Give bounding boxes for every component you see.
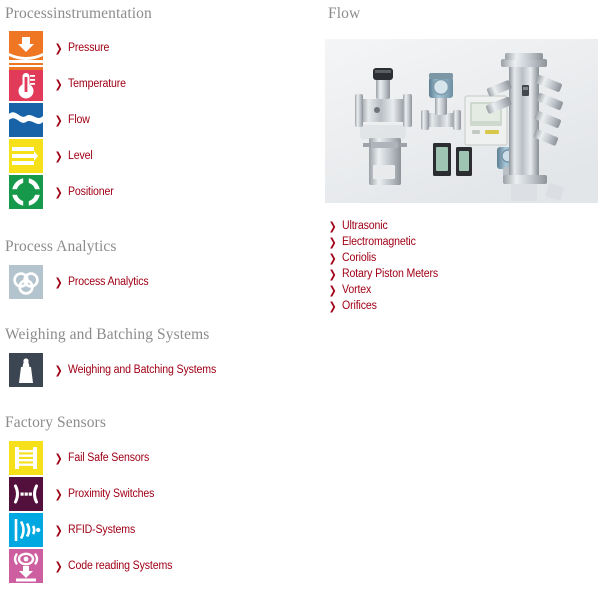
link-process-analytics[interactable]: ❯ Process Analytics (54, 276, 156, 289)
section-factory-sensors: Factory Sensors (5, 414, 106, 432)
link-label: Proximity Switches (68, 487, 155, 500)
link-label: Fail Safe Sensors (68, 451, 150, 464)
left-column: Processinstrumentation ❯ Pressure ❯ Temp… (0, 0, 320, 594)
link-label: Coriolis (342, 251, 377, 264)
link-label: Ultrasonic (342, 219, 388, 232)
chevron-right-icon: ❯ (54, 559, 63, 573)
chevron-right-icon: ❯ (328, 299, 337, 313)
section-flow: Flow (328, 5, 360, 23)
page-title: Flow (328, 5, 361, 22)
chevron-right-icon: ❯ (54, 41, 63, 55)
list-item-flow[interactable]: ❯ Flow (8, 102, 131, 138)
link-label: Weighing and Batching Systems (68, 363, 217, 376)
weight-icon (8, 352, 44, 388)
list-item-rfid-systems[interactable]: ❯ RFID-Systems (8, 512, 182, 548)
list-item-temperature[interactable]: ❯ Temperature (8, 66, 131, 102)
chevron-right-icon: ❯ (54, 363, 63, 377)
link-label: Pressure (68, 41, 110, 54)
flow-products-image (325, 39, 598, 203)
link-label: Electromagnetic (342, 235, 417, 248)
link-electromagnetic[interactable]: ❯ Electromagnetic (328, 234, 447, 250)
section-heading: Processinstrumentation (5, 5, 152, 22)
chevron-right-icon: ❯ (54, 523, 63, 537)
link-flow[interactable]: ❯ Flow (54, 114, 92, 127)
link-pressure[interactable]: ❯ Pressure (54, 42, 113, 55)
section-heading: Weighing and Batching Systems (5, 326, 210, 343)
chevron-right-icon: ❯ (328, 251, 337, 265)
link-positioner[interactable]: ❯ Positioner (54, 186, 118, 199)
fail-safe-sensor-icon (8, 440, 44, 476)
link-label: RFID-Systems (68, 523, 136, 536)
section-heading: Factory Sensors (5, 414, 106, 431)
link-orifices[interactable]: ❯ Orifices (328, 298, 447, 314)
link-label: Flow (68, 113, 91, 126)
link-label: Code reading Systems (68, 559, 173, 572)
list-item-proximity-switches[interactable]: ❯ Proximity Switches (8, 476, 182, 512)
chevron-right-icon: ❯ (54, 185, 63, 199)
chevron-right-icon: ❯ (54, 451, 63, 465)
right-column: Flow ❯ Ultrasonic ❯ Electromagnetic ❯ Co… (325, 0, 605, 594)
chevron-right-icon: ❯ (54, 487, 63, 501)
list-item-process-analytics[interactable]: ❯ Process Analytics (8, 264, 156, 300)
link-label: Temperature (68, 77, 127, 90)
link-vortex[interactable]: ❯ Vortex (328, 282, 447, 298)
link-proximity-switches[interactable]: ❯ Proximity Switches (54, 488, 162, 501)
chevron-right-icon: ❯ (54, 77, 63, 91)
flow-icon (8, 102, 44, 138)
section-weighing-and-batching: Weighing and Batching Systems (5, 326, 209, 344)
list-item-level[interactable]: ❯ Level (8, 138, 131, 174)
code-reading-icon (8, 548, 44, 584)
link-list-weighing-and-batching: ❯ Weighing and Batching Systems (8, 352, 229, 388)
link-level[interactable]: ❯ Level (54, 150, 95, 163)
section-heading: Process Analytics (5, 238, 117, 255)
link-label: Rotary Piston Meters (342, 267, 439, 280)
link-list-process-analytics: ❯ Process Analytics (8, 264, 156, 300)
link-rotary-piston-meters[interactable]: ❯ Rotary Piston Meters (328, 266, 447, 282)
link-label: Positioner (68, 185, 114, 198)
link-list-processinstrumentation: ❯ Pressure ❯ Temperature ❯ Flow ❯ Level … (8, 30, 131, 210)
rfid-icon (8, 512, 44, 548)
link-label: Level (68, 149, 93, 162)
chevron-right-icon: ❯ (328, 283, 337, 297)
page-root: Processinstrumentation ❯ Pressure ❯ Temp… (0, 0, 605, 594)
list-item-code-reading-systems[interactable]: ❯ Code reading Systems (8, 548, 182, 584)
section-process-analytics: Process Analytics (5, 238, 116, 256)
link-label: Vortex (342, 283, 372, 296)
temperature-icon (8, 66, 44, 102)
link-rfid-systems[interactable]: ❯ RFID-Systems (54, 524, 141, 537)
list-item-weighing-and-batching[interactable]: ❯ Weighing and Batching Systems (8, 352, 229, 388)
link-ultrasonic[interactable]: ❯ Ultrasonic (328, 218, 447, 234)
flow-products-illustration (325, 39, 598, 203)
pressure-icon (8, 30, 44, 66)
level-icon (8, 138, 44, 174)
list-item-pressure[interactable]: ❯ Pressure (8, 30, 131, 66)
chevron-right-icon: ❯ (54, 149, 63, 163)
section-processinstrumentation: Processinstrumentation (5, 5, 152, 23)
list-item-fail-safe-sensors[interactable]: ❯ Fail Safe Sensors (8, 440, 182, 476)
link-fail-safe-sensors[interactable]: ❯ Fail Safe Sensors (54, 452, 156, 465)
chevron-right-icon: ❯ (328, 267, 337, 281)
link-code-reading-systems[interactable]: ❯ Code reading Systems (54, 560, 182, 573)
chevron-right-icon: ❯ (328, 235, 337, 249)
chevron-right-icon: ❯ (328, 219, 337, 233)
link-label: Orifices (342, 299, 377, 312)
link-weighing-and-batching[interactable]: ❯ Weighing and Batching Systems (54, 364, 229, 377)
chevron-right-icon: ❯ (54, 113, 63, 127)
proximity-switch-icon (8, 476, 44, 512)
link-list-factory-sensors: ❯ Fail Safe Sensors ❯ Proximity Switches… (8, 440, 182, 584)
positioner-icon (8, 174, 44, 210)
link-temperature[interactable]: ❯ Temperature (54, 78, 131, 91)
flow-sublinks: ❯ Ultrasonic ❯ Electromagnetic ❯ Corioli… (325, 218, 447, 314)
list-item-positioner[interactable]: ❯ Positioner (8, 174, 131, 210)
process-analytics-icon (8, 264, 44, 300)
link-coriolis[interactable]: ❯ Coriolis (328, 250, 447, 266)
chevron-right-icon: ❯ (54, 275, 63, 289)
link-label: Process Analytics (68, 275, 149, 288)
